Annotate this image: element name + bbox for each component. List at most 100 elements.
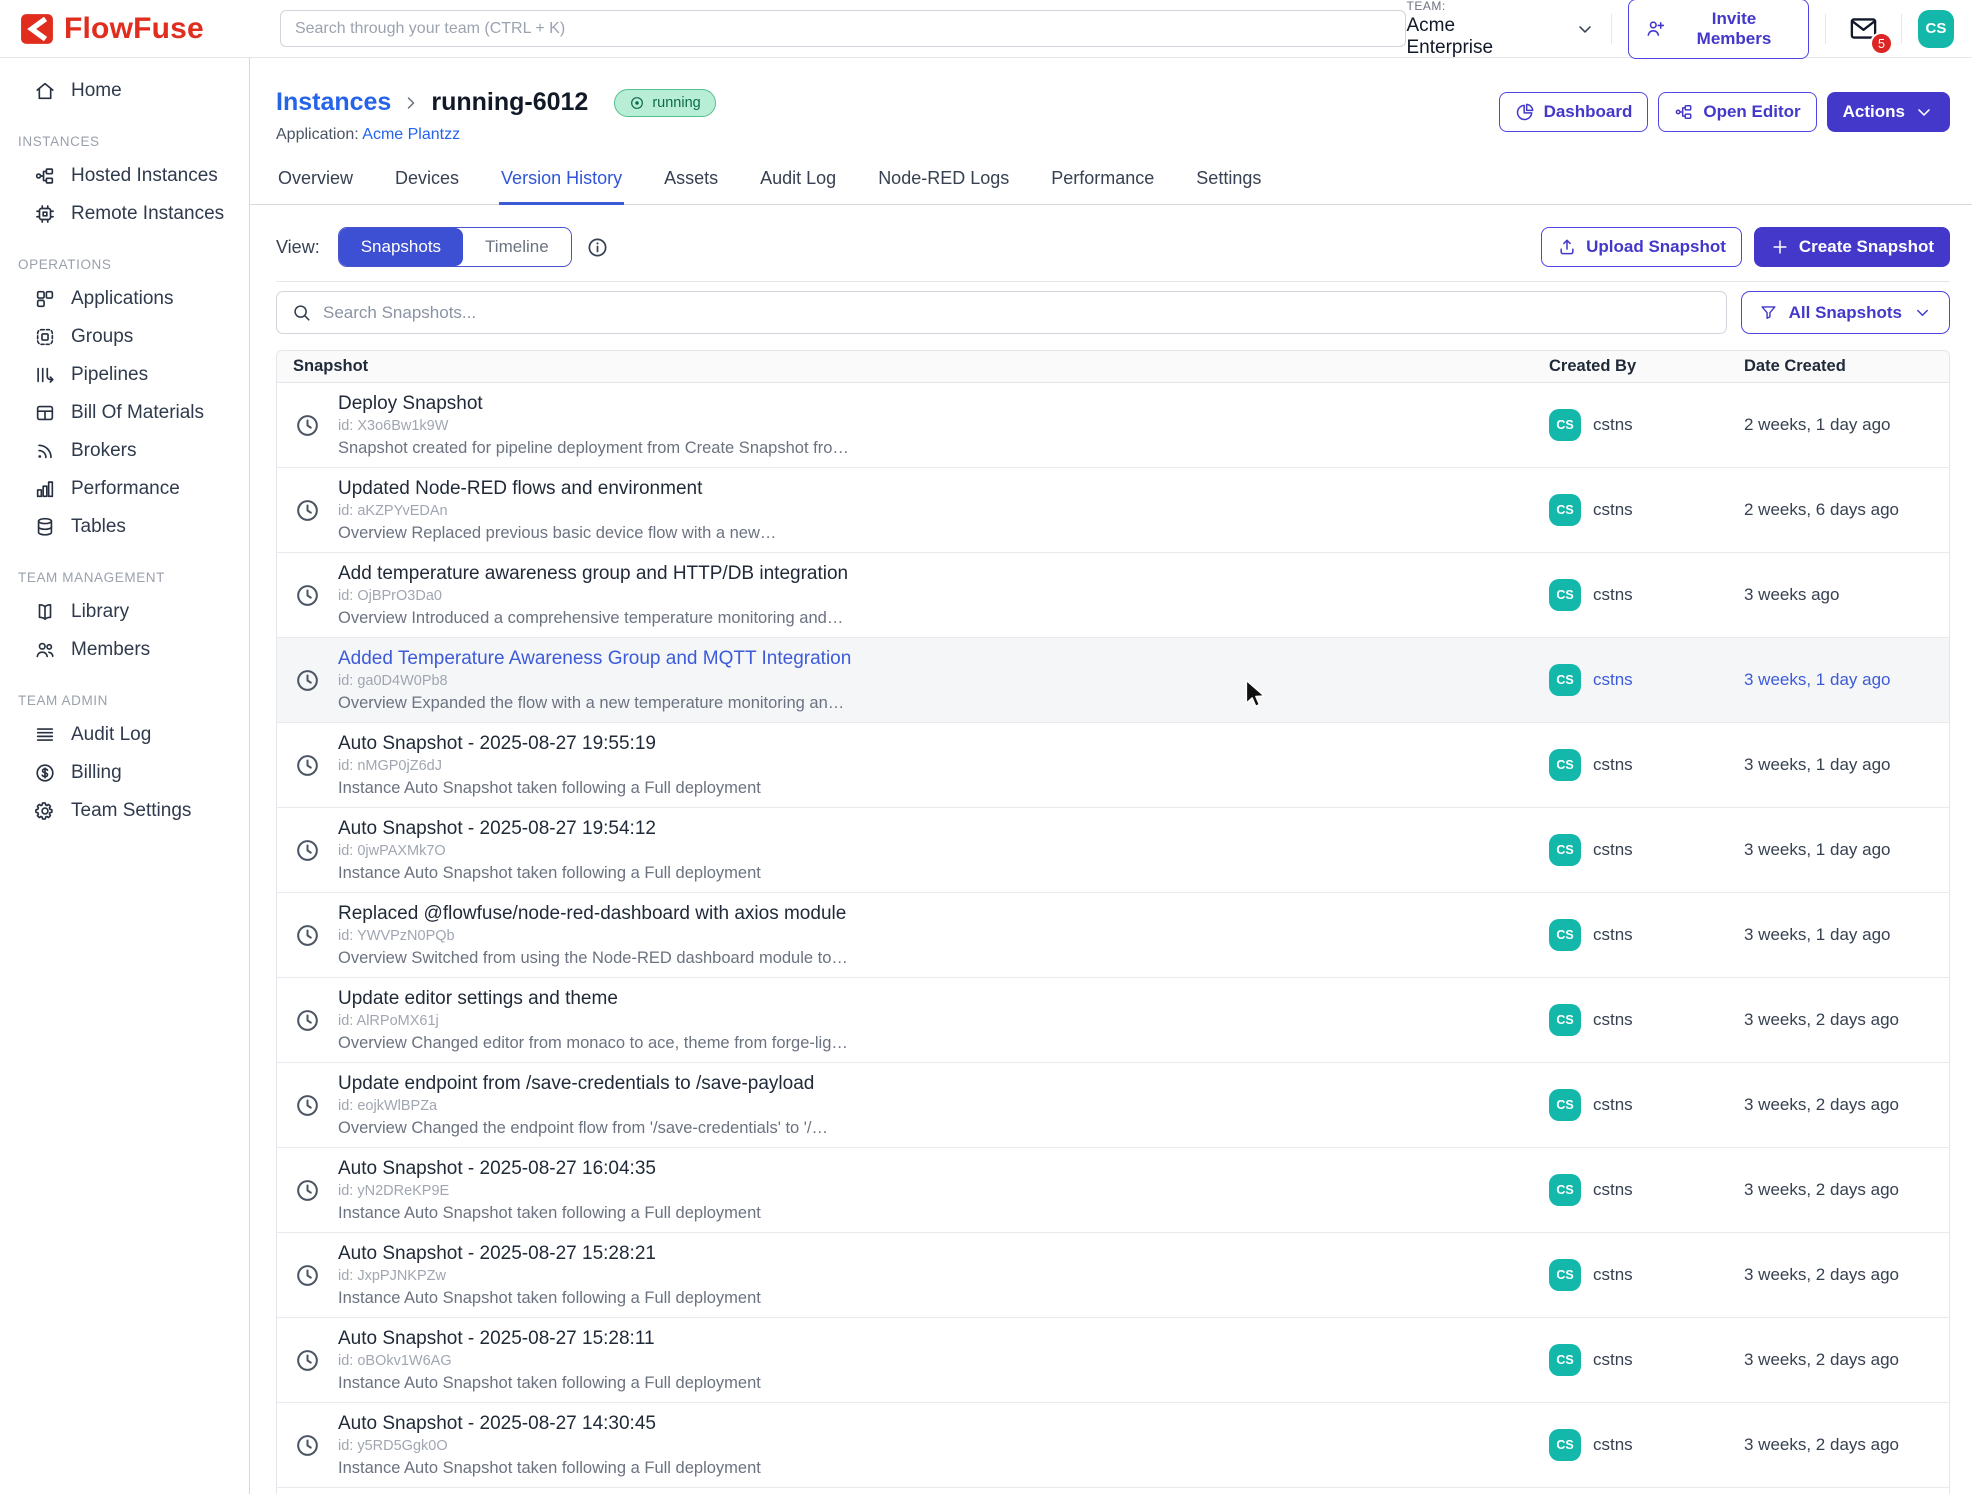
- snapshot-title[interactable]: Auto Snapshot - 2025-08-27 15:28:21: [338, 1243, 761, 1265]
- create-snapshot-button[interactable]: Create Snapshot: [1754, 227, 1950, 267]
- user-avatar[interactable]: CS: [1918, 10, 1954, 48]
- sidebar-item-hosted-instances[interactable]: Hosted Instances: [0, 157, 249, 195]
- team-search-input[interactable]: [280, 10, 1407, 47]
- snapshot-title[interactable]: Auto Snapshot - 2025-08-27 19:54:12: [338, 818, 761, 840]
- chevron-down-icon: [1575, 19, 1595, 39]
- sidebar-section-label: TEAM MANAGEMENT: [18, 570, 249, 585]
- snapshot-row[interactable]: Auto Snapshot - 2025-08-27 16:04:35id: y…: [277, 1148, 1949, 1233]
- snapshot-row[interactable]: Auto Snapshot - 2025-08-27 14:30:45id: y…: [277, 1403, 1949, 1488]
- bill-of-materials-icon: [34, 402, 56, 424]
- team-selector[interactable]: TEAM: Acme Enterprise: [1406, 0, 1595, 59]
- open-editor-button[interactable]: Open Editor: [1658, 92, 1816, 132]
- date-created-cell: 3 weeks, 2 days ago: [1744, 1095, 1949, 1115]
- sidebar-item-audit-log[interactable]: Audit Log: [0, 716, 249, 754]
- snapshot-title[interactable]: Auto Snapshot - 2025-08-27 14:30:45: [338, 1413, 761, 1435]
- status-dot-icon: [629, 95, 645, 111]
- snapshot-title[interactable]: Deploy Snapshot: [338, 393, 849, 415]
- sidebar-item-library[interactable]: Library: [0, 593, 249, 631]
- snapshot-row[interactable]: Auto Snapshot - 2025-08-27 15:28:21id: J…: [277, 1233, 1949, 1318]
- snapshot-title[interactable]: Update endpoint from /save-credentials t…: [338, 1073, 828, 1095]
- snapshot-title[interactable]: Add temperature awareness group and HTTP…: [338, 563, 848, 585]
- sidebar-item-label: Applications: [71, 288, 173, 310]
- snapshot-row[interactable]: Deploy Snapshotid: X3o6Bw1k9WSnapshot cr…: [277, 383, 1949, 468]
- snapshot-row[interactable]: Auto Snapshot - 2025-08-27 19:54:12 id: 0…: [277, 808, 1949, 893]
- snapshot-row[interactable]: Replaced @flowfuse/node-red-dashboard wi…: [277, 893, 1949, 978]
- snapshot-row[interactable]: Auto Snapshot - 2025-08-27 15:28:11id: o…: [277, 1318, 1949, 1403]
- snapshot-id: id: 0jwPAXMk7O: [338, 843, 761, 859]
- team-name: Acme Enterprise: [1406, 15, 1537, 59]
- sidebar-item-label: Performance: [71, 478, 180, 500]
- snapshot-title[interactable]: Auto Snapshot - 2025-08-27 16:04:35: [338, 1158, 761, 1180]
- user-name: cstns: [1593, 670, 1633, 690]
- snapshot-cell: Added Temperature Awareness Group and MQ…: [277, 648, 1549, 713]
- sidebar-item-pipelines[interactable]: Pipelines: [0, 356, 249, 394]
- upload-snapshot-button[interactable]: Upload Snapshot: [1541, 227, 1742, 267]
- snapshot-title[interactable]: Added Temperature Awareness Group and MQ…: [338, 648, 851, 670]
- date-created-cell: 2 weeks, 6 days ago: [1744, 500, 1949, 520]
- created-by-cell: CScstns: [1549, 1344, 1744, 1376]
- snapshot-title[interactable]: Replaced @flowfuse/node-red-dashboard wi…: [338, 903, 848, 925]
- view-segment-timeline[interactable]: Timeline: [463, 228, 571, 266]
- snapshot-title[interactable]: Auto Snapshot - 2025-08-27 15:28:11: [338, 1328, 761, 1350]
- actions-button[interactable]: Actions: [1827, 92, 1950, 132]
- notification-badge: 5: [1870, 32, 1893, 55]
- tables-icon: [34, 516, 56, 538]
- snapshot-row[interactable]: Added Temperature Awareness Group and MQ…: [277, 638, 1949, 723]
- snapshot-title[interactable]: Update editor settings and theme: [338, 988, 848, 1010]
- sidebar-item-groups[interactable]: Groups: [0, 318, 249, 356]
- sidebar-item-applications[interactable]: Applications: [0, 280, 249, 318]
- tab-overview[interactable]: Overview: [276, 168, 355, 205]
- flowfuse-logo[interactable]: FlowFuse: [20, 12, 204, 46]
- snapshot-title[interactable]: Auto Snapshot - 2025-08-27 19:55:19: [338, 733, 761, 755]
- view-segment-snapshots[interactable]: Snapshots: [339, 228, 463, 266]
- team-label: TEAM:: [1406, 0, 1537, 13]
- info-icon[interactable]: [586, 236, 609, 259]
- clock-icon: [294, 412, 321, 439]
- dashboard-button[interactable]: Dashboard: [1499, 92, 1649, 132]
- snapshot-row[interactable]: Updated Node-RED flows and environmentid…: [277, 468, 1949, 553]
- flowfuse-logo-icon: [20, 12, 54, 46]
- snapshot-id: id: AlRPoMX61j: [338, 1013, 848, 1029]
- sidebar-item-team-settings[interactable]: Team Settings: [0, 792, 249, 830]
- sidebar-item-home[interactable]: Home: [0, 72, 249, 110]
- tab-performance[interactable]: Performance: [1049, 168, 1156, 205]
- tab-audit-log[interactable]: Audit Log: [758, 168, 838, 205]
- snapshot-description: Overview Introduced a comprehensive temp…: [338, 609, 848, 628]
- sidebar-item-performance[interactable]: Performance: [0, 470, 249, 508]
- snapshot-title[interactable]: Updated Node-RED flows and environment: [338, 478, 776, 500]
- snapshot-row[interactable]: Add HTTP endpoint for saving credentials…: [277, 1488, 1949, 1494]
- application-link[interactable]: Acme Plantzz: [362, 126, 460, 143]
- snapshot-row[interactable]: Update editor settings and theme id: AlRP…: [277, 978, 1949, 1063]
- invite-members-button[interactable]: Invite Members: [1628, 0, 1809, 59]
- user-avatar: CS: [1549, 749, 1581, 781]
- sidebar-item-label: Tables: [71, 516, 126, 538]
- tab-devices[interactable]: Devices: [393, 168, 461, 205]
- created-by-cell: CScstns: [1549, 579, 1744, 611]
- snapshot-row[interactable]: Add temperature awareness group and HTTP…: [277, 553, 1949, 638]
- sidebar-item-members[interactable]: Members: [0, 631, 249, 669]
- created-by-cell: CScstns: [1549, 1004, 1744, 1036]
- sidebar-item-remote-instances[interactable]: Remote Instances: [0, 195, 249, 233]
- divider: [1611, 14, 1612, 44]
- snapshot-search-input[interactable]: [323, 303, 1712, 323]
- divider: [1825, 14, 1826, 44]
- tab-assets[interactable]: Assets: [662, 168, 720, 205]
- user-name: cstns: [1593, 925, 1633, 945]
- snapshot-row[interactable]: Update endpoint from /save-credentials t…: [277, 1063, 1949, 1148]
- snapshot-cell: Replaced @flowfuse/node-red-dashboard wi…: [277, 903, 1549, 968]
- sidebar-item-bill-of-materials[interactable]: Bill Of Materials: [0, 394, 249, 432]
- tab-version-history[interactable]: Version History: [499, 168, 624, 205]
- tab-settings[interactable]: Settings: [1194, 168, 1263, 205]
- sidebar-item-tables[interactable]: Tables: [0, 508, 249, 546]
- sidebar-item-brokers[interactable]: Brokers: [0, 432, 249, 470]
- snapshot-cell: Auto Snapshot - 2025-08-27 16:04:35id: y…: [277, 1158, 1549, 1223]
- snapshot-row[interactable]: Auto Snapshot - 2025-08-27 19:55:19id: n…: [277, 723, 1949, 808]
- sidebar-item-label: Hosted Instances: [71, 165, 218, 187]
- notifications-button[interactable]: 5: [1842, 11, 1885, 46]
- library-icon: [34, 601, 56, 623]
- table-header: Snapshot Created By Date Created: [277, 351, 1949, 383]
- sidebar-item-billing[interactable]: Billing: [0, 754, 249, 792]
- tab-node-red-logs[interactable]: Node-RED Logs: [876, 168, 1011, 205]
- snapshot-filter-button[interactable]: All Snapshots: [1741, 291, 1950, 334]
- breadcrumb-instances-link[interactable]: Instances: [276, 88, 391, 117]
